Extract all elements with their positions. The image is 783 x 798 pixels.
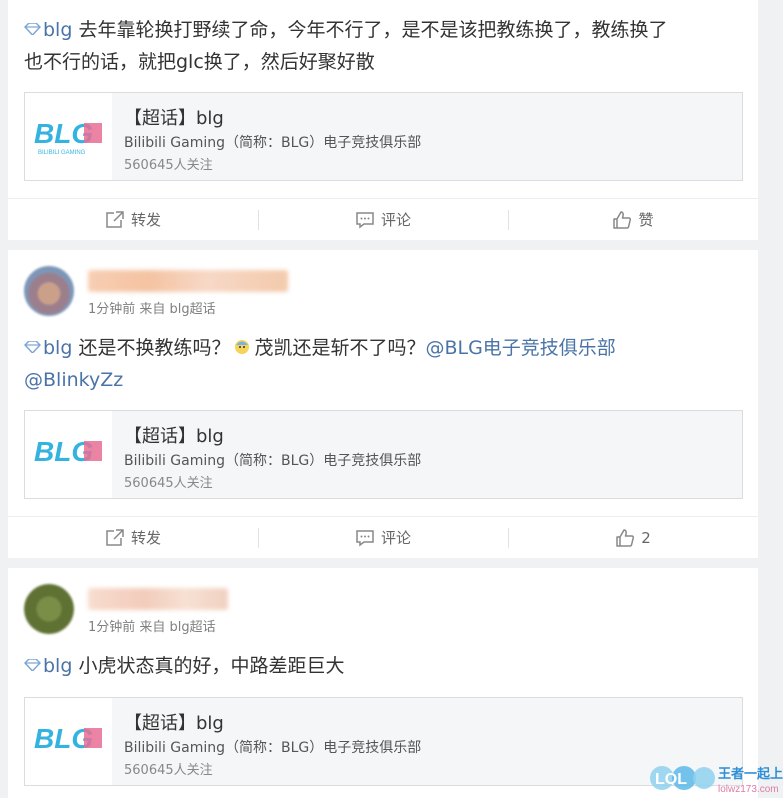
blg-logo: BLG BILIBILI GAMING <box>25 93 112 180</box>
comment-button[interactable]: 评论 <box>258 517 508 558</box>
post-actions: 转发 评论 赞 <box>8 198 758 240</box>
superchat-followers: 560645人关注 <box>124 763 213 778</box>
svg-text:lolwz173.com: lolwz173.com <box>718 784 779 795</box>
post-actions: 转发 评论 2 <box>8 516 758 558</box>
post-meta: 1分钟前 来自 blg超话 <box>88 302 216 317</box>
repost-icon <box>106 528 124 546</box>
mention-link[interactable]: @BLG电子竞技俱乐部 <box>425 337 615 359</box>
superchat-desc: Bilibili Gaming（简称：BLG）电子竞技俱乐部 <box>124 740 422 756</box>
post-header: 1分钟前 来自 blg超话 <box>8 250 758 322</box>
superchat-followers: 560645人关注 <box>124 158 213 173</box>
topic-link[interactable]: blg <box>43 655 72 677</box>
post-text: blg 去年靠轮换打野续了命，今年不行了，是不是该把教练换了，教练换了 也不行的… <box>8 0 758 78</box>
avatar[interactable] <box>24 584 74 634</box>
username-blurred[interactable] <box>88 270 288 292</box>
mention-link[interactable]: @BlinkyZz <box>24 369 123 391</box>
comment-button[interactable]: 评论 <box>258 199 508 240</box>
repost-label: 转发 <box>130 211 161 229</box>
topic-diamond-icon <box>24 23 41 35</box>
comment-label: 评论 <box>380 529 411 547</box>
superchat-card[interactable]: BLG BILIBILI GAMING 【超话】blg Bilibili Gami… <box>24 92 743 181</box>
post-text-part-2: 茂凯还是斩不了吗？ <box>254 337 426 359</box>
username-blurred[interactable] <box>88 588 228 610</box>
comment-label: 评论 <box>380 211 411 229</box>
superchat-title: 【超话】blg <box>124 713 224 734</box>
post-text-line-2: 也不行的话，就把glc换了，然后好聚好散 <box>24 51 375 73</box>
blg-logo: BLG <box>25 698 112 785</box>
repost-icon <box>106 210 124 228</box>
post-text: blg 小虎状态真的好，中路差距巨大 <box>8 640 758 682</box>
topic-link[interactable]: blg <box>43 19 72 41</box>
repost-button[interactable]: 转发 <box>8 517 258 558</box>
svg-text:王者一起上: 王者一起上 <box>718 766 783 782</box>
post-header: 1分钟前 来自 blg超话 <box>8 568 758 640</box>
emoji-icon <box>235 340 250 354</box>
topic-link[interactable]: blg <box>43 337 72 359</box>
superchat-title: 【超话】blg <box>124 426 224 447</box>
post-text-line-1: 去年靠轮换打野续了命，今年不行了，是不是该把教练换了，教练换了 <box>72 19 668 41</box>
superchat-title: 【超话】blg <box>124 108 224 129</box>
post-text: blg 还是不换教练吗？ 茂凯还是斩不了吗？@BLG电子竞技俱乐部 @Blinky… <box>8 322 758 396</box>
comment-icon <box>356 211 374 228</box>
post-text-part-1: 还是不换教练吗？ <box>72 337 231 359</box>
topic-diamond-icon <box>24 659 41 671</box>
like-count: 2 <box>641 528 651 547</box>
thumbs-up-icon <box>616 528 635 547</box>
repost-label: 转发 <box>130 529 161 547</box>
post-card-1: blg 去年靠轮换打野续了命，今年不行了，是不是该把教练换了，教练换了 也不行的… <box>8 0 758 240</box>
superchat-desc: Bilibili Gaming（简称：BLG）电子竞技俱乐部 <box>124 135 422 151</box>
topic-diamond-icon <box>24 341 41 353</box>
superchat-followers: 560645人关注 <box>124 476 213 491</box>
post-card-2: 1分钟前 来自 blg超话 blg 还是不换教练吗？ 茂凯还是斩不了吗？@BLG电… <box>8 250 758 558</box>
comment-icon <box>356 529 374 546</box>
like-label: 赞 <box>638 211 654 229</box>
svg-text:BILIBILI GAMING: BILIBILI GAMING <box>38 150 86 156</box>
site-watermark: LOL 王者一起上 lolwz173.com <box>648 758 783 798</box>
svg-text:LOL: LOL <box>655 771 687 788</box>
superchat-card[interactable]: BLG 【超话】blg Bilibili Gaming（简称：BLG）电子竞技俱… <box>24 410 743 499</box>
repost-button[interactable]: 转发 <box>8 199 258 240</box>
superchat-card[interactable]: BLG 【超话】blg Bilibili Gaming（简称：BLG）电子竞技俱… <box>24 697 743 786</box>
post-text-body: 小虎状态真的好，中路差距巨大 <box>72 655 345 677</box>
post-meta: 1分钟前 来自 blg超话 <box>88 620 216 635</box>
like-button[interactable]: 赞 <box>508 199 758 240</box>
thumbs-up-icon <box>613 210 632 229</box>
avatar[interactable] <box>24 266 74 316</box>
superchat-desc: Bilibili Gaming（简称：BLG）电子竞技俱乐部 <box>124 453 422 469</box>
like-button[interactable]: 2 <box>508 517 758 558</box>
post-card-3: 1分钟前 来自 blg超话 blg 小虎状态真的好，中路差距巨大 BLG 【超话… <box>8 568 758 798</box>
blg-logo: BLG <box>25 411 112 498</box>
